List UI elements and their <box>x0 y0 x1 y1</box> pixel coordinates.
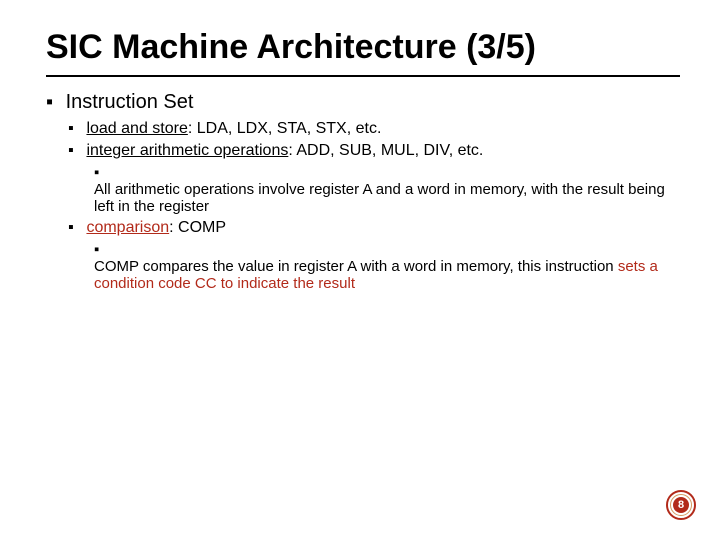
title-rule <box>46 75 680 77</box>
item-text: load and store: LDA, LDX, STA, STX, etc. <box>86 120 381 138</box>
slide: SIC Machine Architecture (3/5) ▪ Instruc… <box>0 0 720 540</box>
page-number: 8 <box>673 497 689 513</box>
bullet-icon: ▪ <box>68 219 82 237</box>
bullet-icon: ▪ <box>68 142 82 160</box>
item-rest: : ADD, SUB, MUL, DIV, etc. <box>288 142 483 159</box>
note-prefix: COMP compares the value in register A wi… <box>94 258 618 275</box>
item-label: integer arithmetic operations <box>86 142 288 159</box>
item-load-store: ▪ load and store: LDA, LDX, STA, STX, et… <box>68 120 680 138</box>
bullet-icon: ▪ <box>46 91 60 114</box>
slide-title: SIC Machine Architecture (3/5) <box>46 28 680 67</box>
bullet-icon: ▪ <box>94 241 108 258</box>
section-heading-text: Instruction Set <box>66 91 194 114</box>
item-text: integer arithmetic operations: ADD, SUB,… <box>86 142 483 160</box>
item-label: comparison <box>86 219 169 236</box>
note-text: COMP compares the value in register A wi… <box>94 258 666 292</box>
note-int-arith: ▪ All arithmetic operations involve regi… <box>94 164 680 215</box>
item-label: load and store <box>86 120 187 137</box>
bullet-icon: ▪ <box>94 164 108 181</box>
item-rest: : LDA, LDX, STA, STX, etc. <box>188 120 382 137</box>
item-int-arith: ▪ integer arithmetic operations: ADD, SU… <box>68 142 680 160</box>
item-comparison: ▪ comparison: COMP <box>68 219 680 237</box>
item-rest: : COMP <box>169 219 226 236</box>
page-number-badge: 8 <box>666 490 696 520</box>
section-heading: ▪ Instruction Set <box>46 91 680 114</box>
bullet-icon: ▪ <box>68 120 82 138</box>
note-text: All arithmetic operations involve regist… <box>94 181 666 215</box>
item-text: comparison: COMP <box>86 219 226 237</box>
note-comparison: ▪ COMP compares the value in register A … <box>94 241 680 292</box>
